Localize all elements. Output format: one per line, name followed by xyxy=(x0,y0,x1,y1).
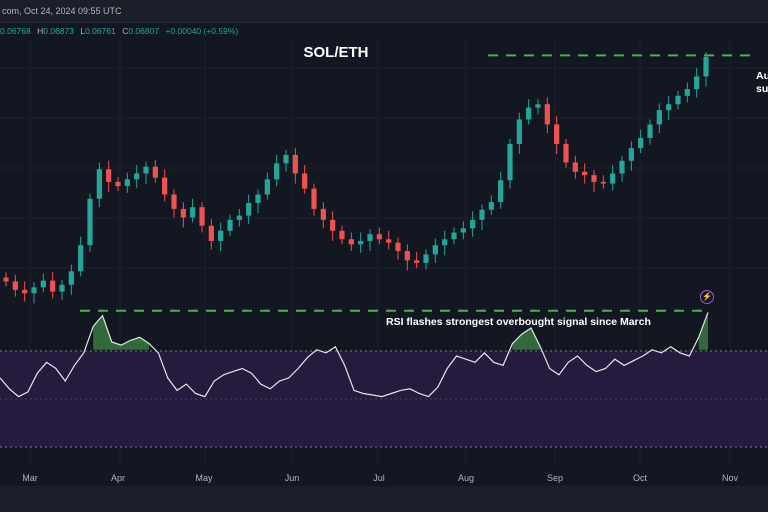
candle-body xyxy=(498,180,504,203)
candle-body xyxy=(507,143,513,181)
candle-body xyxy=(180,208,186,218)
candle-body xyxy=(684,89,690,96)
candle-body xyxy=(12,281,18,290)
candlestick-series xyxy=(3,51,709,304)
candle-body xyxy=(451,232,457,240)
candle-body xyxy=(544,104,550,125)
x-axis-ticks: Mar Apr May Jun Jul Aug Sep Oct Nov xyxy=(22,473,738,483)
candle-body xyxy=(292,154,298,174)
candle-body xyxy=(460,228,466,233)
candle-body xyxy=(395,242,401,252)
x-tick-label: Jun xyxy=(285,473,300,483)
candle-body xyxy=(115,181,121,187)
candle-body xyxy=(171,194,177,209)
candle-body xyxy=(358,240,364,245)
candle-body xyxy=(470,219,476,229)
candle-body xyxy=(218,230,224,241)
candle-body xyxy=(582,171,588,176)
x-tick-label: Oct xyxy=(633,473,648,483)
x-tick-label: Apr xyxy=(111,473,125,483)
candle-body xyxy=(666,104,672,111)
chart-title: SOL/ETH xyxy=(303,44,369,61)
lightning-icon[interactable]: ⚡ xyxy=(700,290,714,304)
resistance-annotation: Au su xyxy=(756,70,768,95)
candle-body xyxy=(87,198,93,246)
candle-body xyxy=(68,271,74,285)
candle-body xyxy=(628,148,634,161)
candle-body xyxy=(442,239,448,246)
candle-body xyxy=(376,234,382,240)
candle-body xyxy=(432,245,438,255)
candle-body xyxy=(199,207,205,226)
candle-body xyxy=(208,225,214,241)
candle-body xyxy=(106,169,112,182)
candle-body xyxy=(31,287,37,294)
x-tick-label: Aug xyxy=(458,473,474,483)
candle-body xyxy=(619,160,625,174)
candle-body xyxy=(96,169,102,199)
price-and-rsi-chart[interactable]: Mar Apr May Jun Jul Aug Sep Oct Nov xyxy=(0,0,768,512)
candle-body xyxy=(124,179,130,187)
candle-body xyxy=(283,154,289,164)
candle-body xyxy=(255,194,261,203)
candle-body xyxy=(236,215,242,220)
candle-body xyxy=(414,260,420,263)
candle-body xyxy=(563,143,569,163)
candle-body xyxy=(600,181,606,184)
candle-body xyxy=(190,207,196,218)
candle-body xyxy=(162,177,168,195)
candle-body xyxy=(134,173,140,180)
candle-body xyxy=(59,284,65,292)
candle-body xyxy=(386,239,392,243)
candle-body xyxy=(516,119,522,144)
candle-body xyxy=(302,173,308,189)
candle-body xyxy=(479,209,485,220)
candle-body xyxy=(311,188,317,209)
candle-body xyxy=(143,166,149,174)
candle-body xyxy=(694,76,700,90)
candle-body xyxy=(264,179,270,195)
candle-body xyxy=(274,163,280,180)
footer-bar xyxy=(0,486,768,512)
candle-body xyxy=(572,162,578,172)
rsi-annotation: RSI flashes strongest overbought signal … xyxy=(386,316,651,328)
candle-body xyxy=(367,234,373,241)
x-tick-label: Mar xyxy=(22,473,38,483)
candle-body xyxy=(638,138,644,149)
x-tick-label: Sep xyxy=(547,473,563,483)
candle-body xyxy=(227,219,233,231)
candle-body xyxy=(348,239,354,245)
candle-body xyxy=(526,107,532,120)
candle-body xyxy=(554,124,560,144)
candle-body xyxy=(703,57,709,77)
candle-body xyxy=(339,230,345,240)
candle-body xyxy=(675,95,681,105)
candle-body xyxy=(152,166,158,178)
candle-body xyxy=(3,277,9,282)
candle-body xyxy=(647,124,653,138)
candle-body xyxy=(78,245,84,272)
x-tick-label: May xyxy=(195,473,213,483)
x-tick-label: Jul xyxy=(373,473,385,483)
candle-body xyxy=(404,251,410,261)
candle-body xyxy=(246,202,252,216)
candle-body xyxy=(22,289,28,294)
candle-body xyxy=(488,202,494,210)
candle-body xyxy=(656,110,662,125)
candle-body xyxy=(591,175,597,182)
candle-body xyxy=(40,280,46,288)
candle-body xyxy=(320,208,326,220)
candle-body xyxy=(330,219,336,231)
candle-body xyxy=(423,254,429,263)
candle-body xyxy=(610,173,616,184)
candle-body xyxy=(535,104,541,108)
x-tick-label: Nov xyxy=(722,473,739,483)
candle-body xyxy=(50,280,56,292)
